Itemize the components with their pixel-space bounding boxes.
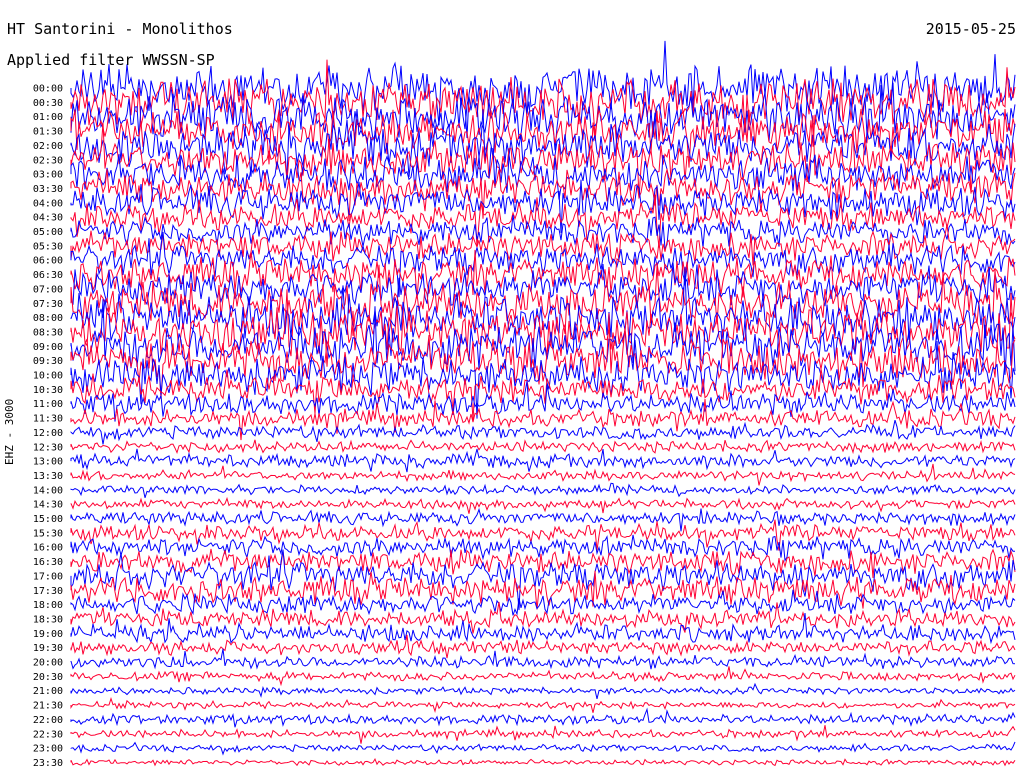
trace-line — [70, 482, 1016, 498]
time-tick-label: 14:00 — [33, 485, 63, 496]
time-tick-label: 23:00 — [33, 744, 63, 755]
time-tick-label: 19:30 — [33, 643, 63, 654]
time-tick-label: 22:00 — [33, 715, 63, 726]
time-tick-label: 01:00 — [33, 112, 63, 123]
time-tick-label: 04:00 — [33, 198, 63, 209]
trace-line — [70, 666, 1016, 687]
time-tick-label: 19:00 — [33, 629, 63, 640]
time-tick-label: 15:00 — [33, 514, 63, 525]
time-tick-label: 08:30 — [33, 327, 63, 338]
time-tick-label: 10:30 — [33, 385, 63, 396]
trace-line — [70, 757, 1016, 767]
time-tick-label: 21:00 — [33, 686, 63, 697]
trace-line — [70, 707, 1016, 728]
time-tick-label: 05:00 — [33, 227, 63, 238]
time-tick-label: 00:30 — [33, 98, 63, 109]
time-tick-label: 14:30 — [33, 500, 63, 511]
trace-line — [70, 725, 1016, 744]
time-tick-label: 15:30 — [33, 528, 63, 539]
time-tick-label: 08:00 — [33, 313, 63, 324]
time-tick-label: 10:00 — [33, 371, 63, 382]
trace-line — [70, 448, 1016, 473]
time-tick-label: 00:00 — [33, 84, 63, 95]
time-tick-label: 02:30 — [33, 155, 63, 166]
trace-line — [70, 507, 1016, 532]
time-tick-label: 12:00 — [33, 428, 63, 439]
time-tick-label: 06:00 — [33, 256, 63, 267]
trace-group — [70, 40, 1016, 767]
time-tick-label: 16:30 — [33, 557, 63, 568]
time-tick-label: 12:30 — [33, 442, 63, 453]
time-tick-label: 18:30 — [33, 614, 63, 625]
time-tick-label: 05:30 — [33, 241, 63, 252]
time-tick-label: 13:00 — [33, 457, 63, 468]
filter-label: Applied filter WWSSN-SP — [7, 51, 215, 69]
time-tick-label: 06:30 — [33, 270, 63, 281]
time-tick-label: 04:30 — [33, 213, 63, 224]
time-tick-label: 11:30 — [33, 414, 63, 425]
time-tick-label: 20:00 — [33, 658, 63, 669]
trace-line — [70, 634, 1016, 659]
time-tick-label: 17:30 — [33, 586, 63, 597]
trace-line — [70, 463, 1016, 486]
time-tick-label: 13:30 — [33, 471, 63, 482]
time-tick-label: 07:00 — [33, 284, 63, 295]
time-tick-label: 16:00 — [33, 543, 63, 554]
time-tick-label: 07:30 — [33, 299, 63, 310]
time-tick-label: 01:30 — [33, 127, 63, 138]
time-tick-label: 02:00 — [33, 141, 63, 152]
time-tick-label: 18:00 — [33, 600, 63, 611]
time-tick-label: 03:30 — [33, 184, 63, 195]
time-tick-label: 22:30 — [33, 729, 63, 740]
trace-line — [70, 496, 1016, 514]
date-label: 2015-05-25 — [925, 20, 1016, 38]
station-title: HT Santorini - Monolithos — [7, 20, 233, 38]
time-tick-label: 20:30 — [33, 672, 63, 683]
time-tick-label: 03:00 — [33, 170, 63, 181]
time-tick-label: 09:00 — [33, 342, 63, 353]
trace-line — [70, 741, 1016, 756]
channel-label: EHZ - 3000 — [3, 398, 16, 465]
time-tick-label: 09:30 — [33, 356, 63, 367]
time-tick-group: 00:00 00:30 01:00 01:30 02:00 02:30 03:00 03:30… — [33, 84, 63, 769]
trace-line — [70, 439, 1016, 455]
trace-line — [70, 682, 1016, 700]
trace-line — [70, 648, 1016, 670]
seismogram-plot: 00:00 00:30 01:00 01:30 02:00 02:30 03:00 03:30… — [33, 40, 1016, 769]
trace-line — [70, 696, 1016, 714]
time-tick-label: 21:30 — [33, 701, 63, 712]
time-tick-label: 11:00 — [33, 399, 63, 410]
time-tick-label: 17:00 — [33, 571, 63, 582]
time-tick-label: 23:30 — [33, 758, 63, 769]
